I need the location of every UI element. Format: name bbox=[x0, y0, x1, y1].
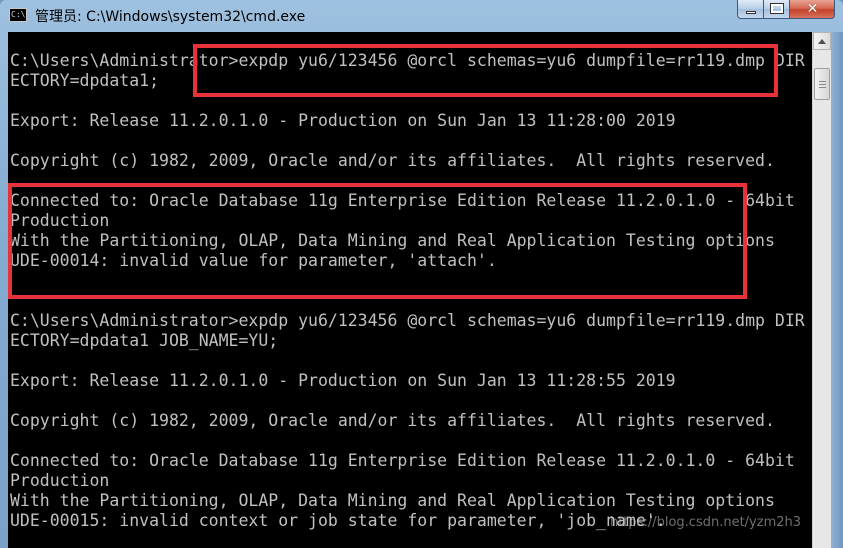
grip-line bbox=[819, 84, 826, 85]
console-line: Export: Release 11.2.0.1.0 - Production … bbox=[10, 371, 676, 390]
close-icon: ✕ bbox=[806, 1, 819, 17]
cmd-window: C:\ 管理员: C:\Windows\system32\cmd.exe ✕ C… bbox=[0, 0, 843, 548]
console-line: With the Partitioning, OLAP, Data Mining… bbox=[10, 491, 775, 510]
grip-line bbox=[819, 81, 826, 82]
cmd-icon[interactable]: C:\ bbox=[9, 8, 27, 22]
console-line: Export: Release 11.2.0.1.0 - Production … bbox=[10, 111, 676, 130]
console-line: C:\Users\Administrator>expdp yu6/123456 … bbox=[10, 311, 805, 330]
scroll-up-arrow-icon[interactable] bbox=[813, 32, 831, 50]
window-frame-right bbox=[831, 32, 843, 548]
console-line: Production bbox=[10, 211, 110, 230]
maximize-button[interactable] bbox=[764, 0, 790, 19]
scrollbar-thumb[interactable] bbox=[814, 68, 830, 100]
console-line: Connected to: Oracle Database 11g Enterp… bbox=[10, 191, 795, 210]
minimize-icon bbox=[746, 11, 756, 14]
grip-line bbox=[819, 87, 826, 88]
console-text: C:\Users\Administrator>expdp yu6/123456 … bbox=[10, 51, 805, 531]
vertical-scrollbar[interactable] bbox=[812, 32, 831, 548]
console-line: Copyright (c) 1982, 2009, Oracle and/or … bbox=[10, 411, 775, 430]
minimize-button[interactable] bbox=[737, 0, 764, 19]
console-line: Copyright (c) 1982, 2009, Oracle and/or … bbox=[10, 151, 775, 170]
console-line: ECTORY=dpdata1; bbox=[10, 71, 160, 90]
console-line: With the Partitioning, OLAP, Data Mining… bbox=[10, 231, 775, 250]
watermark-text: https://blog.csdn.net/yzm2h3 bbox=[610, 515, 802, 530]
title-bar[interactable]: C:\ 管理员: C:\Windows\system32\cmd.exe ✕ bbox=[0, 0, 843, 32]
window-title: 管理员: C:\Windows\system32\cmd.exe bbox=[35, 9, 306, 25]
console-line: UDE-00014: invalid value for parameter, … bbox=[10, 251, 497, 270]
maximize-icon bbox=[770, 3, 784, 14]
console-line: Connected to: Oracle Database 11g Enterp… bbox=[10, 451, 795, 470]
console-line: Production bbox=[10, 471, 110, 490]
console-output[interactable]: C:\Users\Administrator>expdp yu6/123456 … bbox=[8, 32, 812, 548]
console-line: ECTORY=dpdata1 JOB_NAME=YU; bbox=[10, 331, 279, 350]
window-controls: ✕ bbox=[737, 0, 835, 20]
close-button[interactable]: ✕ bbox=[790, 0, 835, 19]
console-line: C:\Users\Administrator>expdp yu6/123456 … bbox=[10, 51, 805, 70]
